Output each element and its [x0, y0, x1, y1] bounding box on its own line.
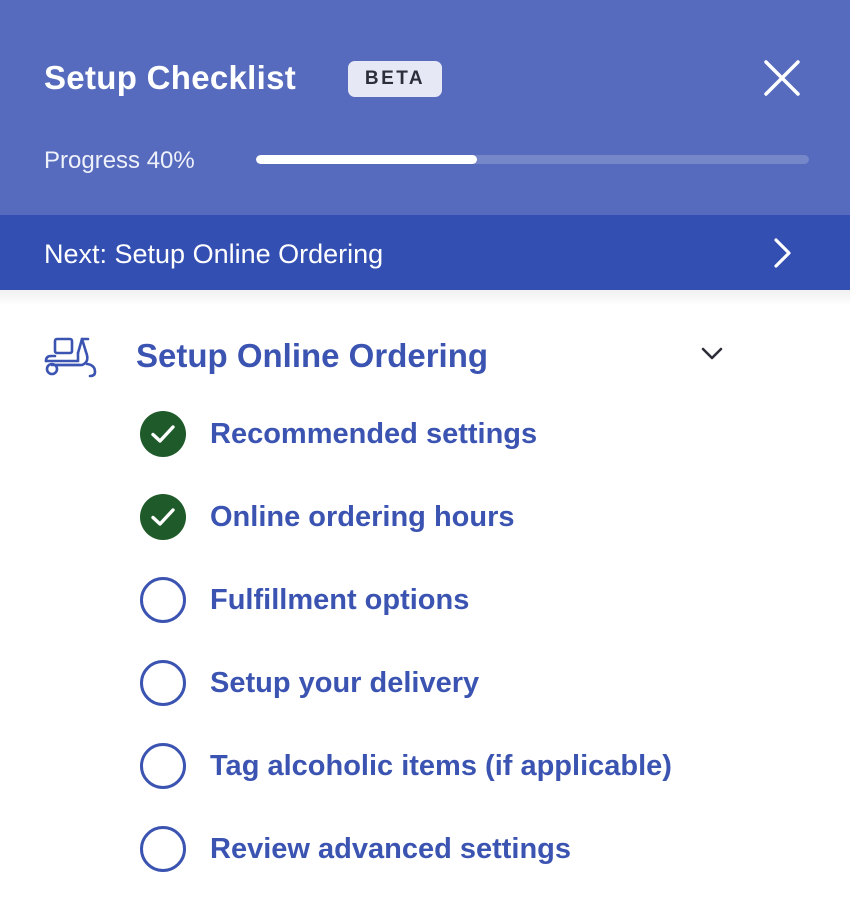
checklist-item[interactable]: Recommended settings	[138, 409, 778, 459]
checklist-header: Setup Checklist BETA Progress 40%	[0, 0, 850, 215]
chevron-right-icon	[774, 238, 791, 268]
empty-circle-icon[interactable]	[138, 741, 188, 791]
empty-circle-icon[interactable]	[138, 658, 188, 708]
next-step-link[interactable]: Next: Setup Online Ordering	[0, 215, 850, 290]
checklist-item-label: Recommended settings	[210, 418, 538, 450]
panel-title: Setup Checklist	[44, 59, 297, 96]
section-header-online-ordering[interactable]: Setup Online Ordering	[0, 318, 850, 394]
scooter-icon	[44, 337, 97, 378]
progress-label: Progress 40%	[44, 147, 195, 174]
section-title: Setup Online Ordering	[136, 337, 489, 374]
beta-badge: BETA	[348, 61, 442, 97]
setup-checklist-panel: Setup Checklist BETA Progress 40% Next: …	[0, 0, 850, 900]
close-button[interactable]	[756, 52, 808, 104]
checklist-item-label: Tag alcoholic items (if applicable)	[210, 750, 672, 782]
progress-bar	[256, 155, 809, 164]
checklist-item-label: Online ordering hours	[210, 501, 515, 533]
checkmark-icon[interactable]	[138, 492, 188, 542]
checklist-item[interactable]: Fulfillment options	[138, 575, 778, 625]
chevron-down-icon[interactable]	[698, 344, 726, 364]
checklist-item[interactable]: Online ordering hours	[138, 492, 778, 542]
checklist-item[interactable]: Setup your delivery	[138, 658, 778, 708]
checkmark-icon[interactable]	[138, 409, 188, 459]
checklist-item-label: Fulfillment options	[210, 584, 470, 616]
checklist-item-label: Setup your delivery	[210, 667, 480, 699]
checklist-item-label: Review advanced settings	[210, 833, 572, 865]
divider-shadow	[0, 290, 850, 306]
empty-circle-icon[interactable]	[138, 575, 188, 625]
progress-bar-fill	[256, 155, 478, 164]
checklist-item[interactable]: Review advanced settings	[138, 824, 778, 874]
checklist-item[interactable]: Tag alcoholic items (if applicable)	[138, 741, 778, 791]
next-step-label: Next: Setup Online Ordering	[44, 239, 384, 269]
close-icon	[764, 60, 800, 96]
empty-circle-icon[interactable]	[138, 824, 188, 874]
